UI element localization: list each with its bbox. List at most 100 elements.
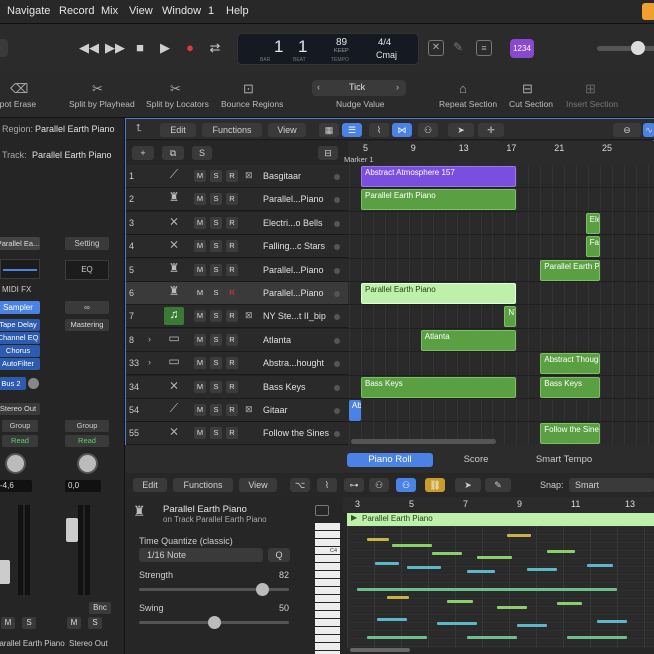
- track-name[interactable]: Follow the Sines: [263, 428, 329, 438]
- piano-roll-ruler[interactable]: 3 5 7 9 11 13: [343, 497, 654, 513]
- record-arm-button[interactable]: R: [226, 263, 238, 276]
- bounce-button[interactable]: Bnc: [89, 602, 111, 614]
- master-volume-knob[interactable]: [631, 41, 645, 55]
- mute-button[interactable]: M: [194, 216, 206, 229]
- solo-right[interactable]: S: [88, 617, 102, 629]
- track-name[interactable]: Falling...c Stars: [263, 241, 325, 251]
- time-quantize-select[interactable]: 1/16 Note: [139, 548, 263, 562]
- region[interactable]: Atlanta: [420, 329, 517, 351]
- menu-mix[interactable]: Mix: [101, 5, 118, 17]
- tab-score[interactable]: Score: [443, 453, 509, 467]
- track-name[interactable]: Parallel...Piano: [263, 265, 324, 275]
- link-icon[interactable]: ∞: [65, 301, 109, 314]
- bounce-icon[interactable]: ⊡: [243, 81, 254, 97]
- solo-button[interactable]: S: [210, 427, 222, 440]
- group-right[interactable]: Group: [65, 420, 109, 432]
- mute-button[interactable]: M: [194, 333, 206, 346]
- solo-button[interactable]: S: [210, 310, 222, 323]
- zoom-icon[interactable]: ⊖: [613, 123, 641, 137]
- midi-fx-label[interactable]: MIDI FX: [2, 285, 31, 294]
- mute-button[interactable]: M: [194, 404, 206, 416]
- menu-window[interactable]: Window: [162, 5, 201, 17]
- input-monitor-icon[interactable]: ⊠: [245, 404, 253, 415]
- region[interactable]: Ele: [585, 212, 600, 234]
- track-row[interactable]: 4 ⨯ M S R Falling...c Stars: [126, 235, 348, 259]
- track-row[interactable]: 5 ♜ M S R Parallel...Piano: [126, 258, 348, 282]
- cycle-icon[interactable]: ⇄: [204, 39, 226, 57]
- editor-catch-icon[interactable]: ⚇: [396, 478, 416, 492]
- strength-knob[interactable]: [256, 583, 269, 596]
- menu-view[interactable]: View: [129, 5, 153, 17]
- swing-knob[interactable]: [208, 616, 221, 629]
- back-icon[interactable]: ⮤: [136, 123, 142, 134]
- track-name[interactable]: Bass Keys: [263, 382, 306, 392]
- record-arm-button[interactable]: R: [226, 404, 238, 416]
- mastering-slot[interactable]: Mastering: [65, 319, 109, 331]
- record-icon[interactable]: ●: [179, 39, 201, 57]
- record-arm-button[interactable]: R: [226, 216, 238, 229]
- record-arm-button[interactable]: R: [226, 310, 238, 323]
- track-row[interactable]: 8 › ▭ M S R Atlanta: [126, 328, 348, 352]
- waveform-zoom-icon[interactable]: ∿: [643, 123, 654, 137]
- output-left[interactable]: Stereo Out: [0, 403, 40, 415]
- inspector-toggle-icon[interactable]: [315, 505, 329, 516]
- record-arm-button[interactable]: R: [226, 357, 238, 370]
- region[interactable]: Abstract Thought: [540, 353, 600, 375]
- piano-roll-grid[interactable]: [347, 526, 654, 648]
- region[interactable]: Fal: [585, 236, 600, 258]
- solo-button[interactable]: S: [210, 287, 222, 299]
- plugin-slot-left[interactable]: Parallel Ea...: [0, 237, 40, 250]
- plus-tool-icon[interactable]: ✛: [478, 123, 504, 137]
- chevron-right-icon[interactable]: ›: [396, 82, 399, 92]
- midi-note[interactable]: [477, 556, 512, 559]
- solo-button[interactable]: S: [210, 170, 222, 182]
- functions-menu[interactable]: Functions: [202, 123, 262, 137]
- score-icon[interactable]: ≡: [476, 40, 492, 56]
- list-view-icon[interactable]: ☰: [342, 123, 362, 137]
- cut-section-label[interactable]: Cut Section: [509, 99, 553, 109]
- region[interactable]: Parallel Earth Piano: [361, 283, 517, 304]
- midi-note[interactable]: [517, 624, 547, 627]
- midi-note[interactable]: [367, 538, 389, 541]
- catch-icon[interactable]: ⚇: [418, 123, 438, 137]
- record-arm-button[interactable]: R: [226, 193, 238, 206]
- lcd-display[interactable]: 1 1 BAR BEAT 89 KEEP TEMPO 4/4 Cmaj: [237, 33, 419, 65]
- mute-button[interactable]: M: [194, 357, 206, 370]
- midi-note[interactable]: [387, 596, 409, 599]
- mute-button[interactable]: M: [194, 287, 206, 299]
- menu-help[interactable]: Help: [226, 5, 249, 17]
- track-row[interactable]: 54 ⟋ M S R ⊠ Gitaar: [126, 399, 348, 422]
- mute-button[interactable]: M: [194, 310, 206, 323]
- track-row[interactable]: 34 ⨯ M S R Bass Keys: [126, 375, 348, 399]
- status-icon[interactable]: [642, 3, 654, 20]
- mute-button[interactable]: M: [194, 193, 206, 206]
- fx-autofilter[interactable]: AutoFilter: [0, 358, 40, 370]
- insert-section-label[interactable]: Insert Section: [566, 99, 618, 109]
- mute-button[interactable]: M: [194, 427, 206, 440]
- duplicate-track-icon[interactable]: ⧉: [162, 146, 184, 160]
- menu-navigate[interactable]: Navigate: [7, 5, 50, 17]
- left-edge-button[interactable]: [0, 39, 8, 57]
- record-arm-button[interactable]: R: [226, 427, 238, 440]
- sampler-slot[interactable]: Sampler: [0, 301, 40, 314]
- count-in-button[interactable]: 1234: [510, 39, 534, 58]
- setting-button[interactable]: Setting: [65, 237, 109, 250]
- midi-note[interactable]: [432, 552, 462, 555]
- edit-menu[interactable]: Edit: [160, 123, 196, 137]
- record-arm-button[interactable]: R: [226, 287, 238, 299]
- track-name[interactable]: Parallel...Piano: [263, 194, 324, 204]
- track-name[interactable]: Atlanta: [263, 335, 291, 345]
- midi-note[interactable]: [467, 636, 517, 639]
- fader-right[interactable]: [66, 518, 78, 542]
- piano-roll-region-header[interactable]: ▶ Parallel Earth Piano: [347, 513, 654, 526]
- insert-section-icon[interactable]: ⊞: [585, 81, 596, 97]
- marker-label[interactable]: Marker 1: [344, 155, 374, 164]
- pan-knob-right[interactable]: [77, 453, 98, 474]
- chevron-left-icon[interactable]: ‹: [317, 82, 320, 92]
- disclosure-icon[interactable]: ›: [148, 334, 151, 344]
- eraser-icon[interactable]: ⌫: [10, 81, 28, 97]
- editor-velocity-icon[interactable]: ⊶: [344, 478, 364, 492]
- track-name[interactable]: Parallel...Piano: [263, 288, 324, 298]
- track-name[interactable]: Electri...o Bells: [263, 218, 323, 228]
- automation-right[interactable]: Read: [65, 435, 109, 447]
